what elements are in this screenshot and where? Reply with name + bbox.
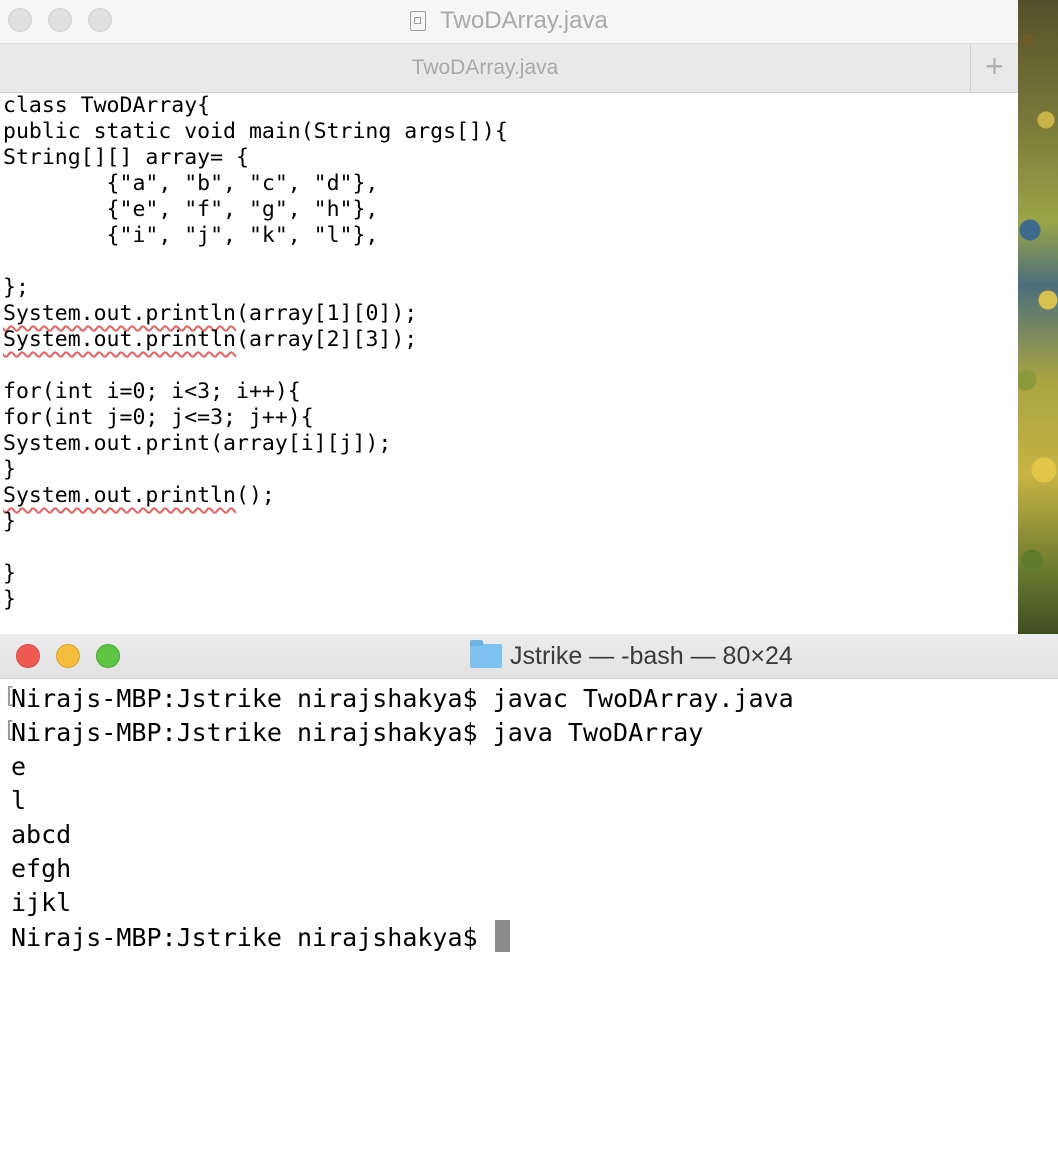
terminal-line-text: efgh xyxy=(11,854,72,883)
code-line: public static void main(String args[]){ xyxy=(3,119,508,144)
terminal-line: efgh xyxy=(11,852,794,886)
terminal-line-text: ijkl xyxy=(11,888,72,917)
terminal-line-text: Nirajs-MBP:Jstrike nirajshakya$ java Two… xyxy=(11,718,704,747)
close-button[interactable] xyxy=(16,644,40,668)
terminal-cursor xyxy=(494,920,510,952)
terminal-line-text: Nirajs-MBP:Jstrike nirajshakya$ javac Tw… xyxy=(11,684,794,713)
terminal-line: l xyxy=(11,784,794,818)
folder-icon xyxy=(470,640,502,668)
editor-title-text: TwoDArray.java xyxy=(440,7,608,34)
new-tab-button[interactable]: + xyxy=(970,44,1018,92)
terminal-line: Nirajs-MBP:Jstrike nirajshakya$ javac Tw… xyxy=(11,682,794,716)
terminal-line-text: l xyxy=(11,786,27,815)
desktop-wallpaper xyxy=(1018,0,1058,634)
code-line: {"a", "b", "c", "d"}, xyxy=(3,171,379,196)
terminal-line: e xyxy=(11,750,794,784)
code-line: for(int j=0; j<=3; j++){ xyxy=(3,405,314,430)
tab-twodarray-java[interactable]: TwoDArray.java xyxy=(0,44,970,92)
code-line: System.out.println(); xyxy=(3,483,508,509)
zoom-button[interactable] xyxy=(96,644,120,668)
code-line: String[][] array= { xyxy=(3,145,249,170)
code-line: } xyxy=(3,587,16,612)
terminal-output[interactable]: Nirajs-MBP:Jstrike nirajshakya$ javac Tw… xyxy=(11,682,794,954)
terminal-line: Nirajs-MBP:Jstrike nirajshakya$ java Two… xyxy=(11,716,794,750)
spellcheck-flagged-text: System.out.println xyxy=(3,301,236,326)
terminal-line-text: Nirajs-MBP:Jstrike nirajshakya$ xyxy=(11,923,493,952)
code-line: class TwoDArray{ xyxy=(3,93,211,118)
code-line: } xyxy=(3,457,16,482)
terminal-line-text: abcd xyxy=(11,820,72,849)
spellcheck-flagged-text: System.out.println xyxy=(3,483,236,508)
code-line: }; xyxy=(3,275,29,300)
terminal-line: abcd xyxy=(11,818,794,852)
editor-window-title: TwoDArray.java xyxy=(0,7,1018,35)
code-line: System.out.print(array[i][j]); xyxy=(3,431,392,456)
editor-titlebar[interactable]: TwoDArray.java xyxy=(0,0,1018,44)
document-icon xyxy=(410,11,427,31)
editor-tab-bar: TwoDArray.java + xyxy=(0,44,1018,93)
terminal-line: Nirajs-MBP:Jstrike nirajshakya$ xyxy=(11,920,794,954)
code-line: } xyxy=(3,561,16,586)
terminal-window-title: Jstrike — -bash — 80×24 xyxy=(470,640,793,671)
minimize-button[interactable] xyxy=(56,644,80,668)
code-line: } xyxy=(3,509,16,534)
terminal-titlebar[interactable]: Jstrike — -bash — 80×24 xyxy=(0,634,1058,679)
code-line: System.out.println(array[2][3]); xyxy=(3,327,508,353)
spellcheck-flagged-text: System.out.println xyxy=(3,327,236,352)
editor-window: TwoDArray.java TwoDArray.java + class Tw… xyxy=(0,0,1018,634)
code-line: {"i", "j", "k", "l"}, xyxy=(3,223,379,248)
code-line: for(int i=0; i<3; i++){ xyxy=(3,379,301,404)
code-text: (array[2][3]); xyxy=(236,327,418,352)
code-line: {"e", "f", "g", "h"}, xyxy=(3,197,379,222)
code-text-area[interactable]: class TwoDArray{public static void main(… xyxy=(3,93,508,613)
code-line: System.out.println(array[1][0]); xyxy=(3,301,508,327)
terminal-title-text: Jstrike — -bash — 80×24 xyxy=(510,642,793,670)
code-text: (array[1][0]); xyxy=(236,301,418,326)
code-text: (); xyxy=(236,483,275,508)
terminal-line: ijkl xyxy=(11,886,794,920)
terminal-window: Jstrike — -bash — 80×24 [ [ Nirajs-MBP:J… xyxy=(0,634,1058,1154)
terminal-line-text: e xyxy=(11,752,27,781)
